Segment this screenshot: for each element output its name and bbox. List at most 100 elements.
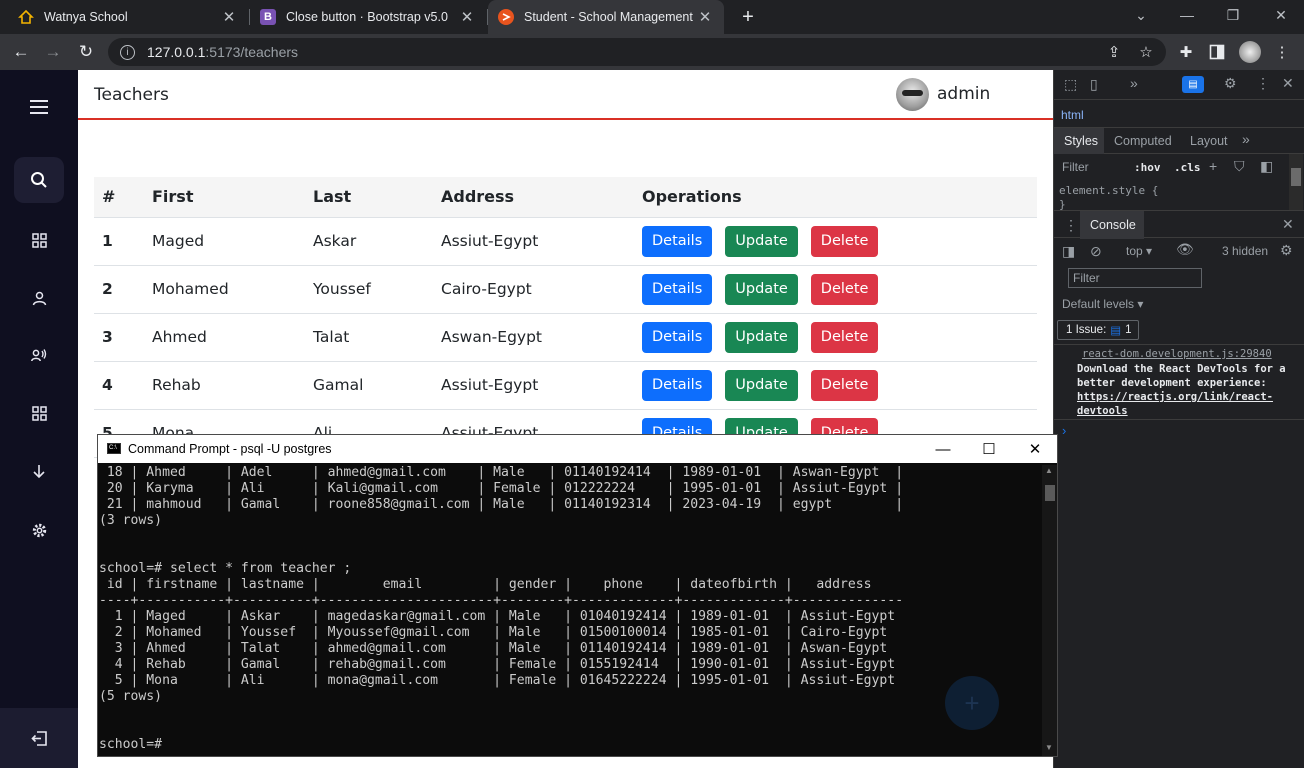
table-row: 4 Rehab Gamal Assiut-Egypt Details Update Dele… (94, 361, 1037, 410)
sidebar-toggle-icon[interactable]: ◧ (1260, 158, 1273, 175)
styles-filter-input[interactable]: Filter (1058, 158, 1124, 178)
tab-search-icon[interactable]: ⌄ (1118, 0, 1164, 30)
cmd-close-icon[interactable]: ✕ (1012, 435, 1058, 463)
close-tab-icon[interactable]: ✕ (458, 8, 476, 26)
cmd-maximize-icon[interactable]: ☐ (966, 435, 1012, 463)
more-tabs-icon[interactable]: » (1130, 75, 1138, 91)
url-host: 127.0.0.1 (147, 44, 206, 60)
scroll-up-icon[interactable]: ▲ (1045, 466, 1053, 475)
console-filter-input[interactable]: Filter (1068, 268, 1202, 288)
profile-avatar[interactable] (1239, 41, 1261, 63)
user-icon[interactable] (14, 275, 64, 321)
details-button[interactable]: Details (642, 273, 713, 305)
update-button[interactable]: Update (725, 225, 798, 257)
back-icon[interactable]: ← (8, 40, 34, 64)
browser-menu-icon[interactable]: ⋮ (1272, 42, 1292, 62)
clear-console-icon[interactable]: ⊘ (1090, 243, 1102, 260)
minimize-icon[interactable]: — (1164, 0, 1210, 30)
side-panel-icon[interactable] (1207, 42, 1227, 62)
close-tab-icon[interactable]: ✕ (220, 8, 238, 26)
table-header-row: # First Last Address Operations (94, 177, 1037, 218)
issues-count: 1 (1125, 324, 1132, 336)
tab-student-management[interactable]: Student - School Management Sy ✕ (488, 0, 724, 34)
log-link[interactable]: https://reactjs.org/link/react-devtools (1077, 391, 1273, 417)
update-button[interactable]: Update (725, 369, 798, 401)
update-button[interactable]: Update (725, 273, 798, 305)
last-name-cell: Talat (305, 313, 433, 362)
console-sidebar-icon[interactable]: ◨ (1062, 243, 1075, 260)
new-style-rule-icon[interactable]: + (1209, 158, 1217, 174)
cmd-output[interactable]: 18 | Ahmed | Adel | ahmed@gmail.com | Ma… (98, 465, 1043, 757)
restore-icon[interactable]: ❐ (1210, 0, 1256, 30)
inspect-element-icon[interactable]: ⬚ (1064, 76, 1077, 93)
cmd-title-bar[interactable]: C:\ Command Prompt - psql -U postgres — … (98, 435, 1057, 463)
tab-watnya-school[interactable]: Watnya School ✕ (8, 0, 248, 34)
details-button[interactable]: Details (642, 369, 713, 401)
default-levels-dropdown[interactable]: Default levels ▾ (1062, 297, 1143, 311)
details-button[interactable]: Details (642, 225, 713, 257)
cls-toggle[interactable]: .cls (1174, 161, 1201, 174)
site-info-icon[interactable]: i (120, 44, 135, 60)
first-name-cell: Maged (144, 217, 305, 266)
floating-add-button[interactable]: + (945, 676, 999, 730)
details-button[interactable]: Details (642, 321, 713, 353)
last-name-cell: Askar (305, 217, 433, 266)
tab-console[interactable]: Console (1090, 218, 1136, 232)
more-style-tabs-icon[interactable]: » (1242, 131, 1250, 147)
update-button[interactable]: Update (725, 321, 798, 353)
download-icon[interactable] (14, 448, 64, 494)
tab-styles[interactable]: Styles (1064, 134, 1098, 148)
issues-badge-icon[interactable]: ▤ (1182, 76, 1204, 93)
operations-cell: Details Update Delete (634, 217, 1037, 266)
hov-toggle[interactable]: :hov (1134, 161, 1161, 174)
delete-button[interactable]: Delete (810, 369, 879, 401)
logout-icon[interactable] (14, 715, 64, 761)
grid-icon[interactable] (14, 390, 64, 436)
close-window-icon[interactable]: ✕ (1258, 0, 1304, 30)
avatar[interactable] (896, 78, 929, 111)
settings-icon[interactable] (14, 507, 64, 553)
tab-computed[interactable]: Computed (1114, 134, 1172, 148)
delete-button[interactable]: Delete (810, 273, 879, 305)
cmd-scroll-thumb[interactable] (1045, 485, 1055, 501)
speaker-icon[interactable] (14, 332, 64, 378)
delete-button[interactable]: Delete (810, 321, 879, 353)
console-prompt-icon[interactable]: › (1062, 423, 1066, 438)
devtools-settings-icon[interactable]: ⚙ (1224, 75, 1237, 92)
context-selector[interactable]: top ▾ (1126, 244, 1152, 258)
tab-bootstrap-close-button[interactable]: B Close button · Bootstrap v5.0 ✕ (250, 0, 486, 34)
extensions-icon[interactable]: ✚ (1176, 42, 1196, 62)
log-source-link[interactable]: react-dom.development.js:29840 (1082, 348, 1272, 360)
table-row: 1 Maged Askar Assiut-Egypt Details Update Dele… (94, 217, 1037, 266)
tab-layout[interactable]: Layout (1190, 134, 1228, 148)
bookmark-star-icon[interactable]: ☆ (1136, 42, 1156, 62)
delete-button[interactable]: Delete (810, 225, 879, 257)
styles-scrollbar[interactable] (1289, 154, 1303, 210)
menu-icon[interactable] (14, 84, 64, 130)
search-icon[interactable] (14, 157, 64, 203)
command-prompt-window[interactable]: C:\ Command Prompt - psql -U postgres — … (97, 434, 1058, 757)
live-expression-eye-icon[interactable]: 👁 (1176, 241, 1194, 258)
cmd-scrollbar[interactable]: ▲ ▼ (1042, 465, 1057, 756)
device-toolbar-icon[interactable]: ▯ (1090, 76, 1098, 93)
devtools-close-icon[interactable]: ✕ (1282, 75, 1294, 92)
console-filter-placeholder: Filter (1073, 271, 1100, 285)
share-icon[interactable]: ⇪ (1104, 42, 1124, 62)
paint-icon[interactable]: ⛉ (1234, 158, 1245, 175)
breadcrumb-html[interactable]: html (1061, 108, 1084, 122)
forward-icon[interactable]: → (40, 40, 66, 64)
scroll-down-icon[interactable]: ▼ (1045, 743, 1053, 752)
drawer-close-icon[interactable]: ✕ (1282, 216, 1294, 233)
console-toolbar: ◨ ⊘ top ▾ 👁 3 hidden ⚙ (1054, 238, 1304, 264)
reload-icon[interactable]: ↻ (73, 40, 99, 64)
close-tab-icon[interactable]: ✕ (696, 8, 714, 26)
cmd-minimize-icon[interactable]: — (920, 435, 966, 463)
new-tab-button[interactable]: + (736, 5, 760, 29)
devtools-menu-icon[interactable]: ⋮ (1256, 75, 1270, 92)
console-settings-icon[interactable]: ⚙ (1280, 242, 1293, 259)
drawer-menu-icon[interactable]: ⋮ (1064, 217, 1078, 234)
user-name[interactable]: admin (937, 84, 990, 104)
address-bar[interactable]: i 127.0.0.1:5173/teachers (108, 38, 1166, 66)
dashboard-icon[interactable] (14, 217, 64, 263)
issues-button[interactable]: 1 Issue: ▤ 1 (1057, 320, 1139, 340)
